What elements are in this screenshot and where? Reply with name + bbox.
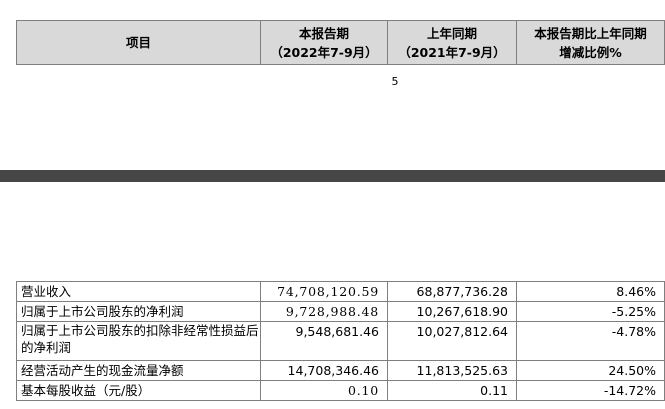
row-label: 基本每股收益（元/股） [16,380,261,401]
current-value: 9,548,681.46 [260,321,388,361]
header-item: 项目 [16,20,261,65]
header-row: 项目 本报告期 （2022年7-9月） 上年同期 （2021年7-9月） 本报告… [16,20,665,65]
change-value: -4.78% [516,321,665,361]
change-value: -5.25% [516,301,665,322]
prior-value: 10,267,618.90 [387,301,517,322]
change-value: -14.72% [516,380,665,401]
table-row: 基本每股收益（元/股） 0.10 0.11 -14.72% [16,380,665,401]
table-row: 归属于上市公司股东的净利润 9,728,988.48 10,267,618.90… [16,301,665,322]
change-value: 24.50% [516,360,665,381]
report-header-table: 项目 本报告期 （2022年7-9月） 上年同期 （2021年7-9月） 本报告… [16,20,665,65]
header-current-period: 本报告期 （2022年7-9月） [260,20,388,65]
table-row: 营业收入 74,708,120.59 68,877,736.28 8.46% [16,281,665,302]
header-change-ratio: 本报告期比上年同期 增减比例% [516,20,665,65]
financial-data-table: 营业收入 74,708,120.59 68,877,736.28 8.46% 归… [16,281,665,401]
row-label: 归属于上市公司股东的扣除非经常性损益后的净利润 [16,321,261,361]
prior-value: 10,027,812.64 [387,321,517,361]
page-break-bar [0,170,665,182]
prior-value: 0.11 [387,380,517,401]
row-label: 经营活动产生的现金流量净额 [16,360,261,381]
change-value: 8.46% [516,281,665,302]
table-row: 归属于上市公司股东的扣除非经常性损益后的净利润 9,548,681.46 10,… [16,321,665,361]
row-label: 归属于上市公司股东的净利润 [16,301,261,322]
current-value: 74,708,120.59 [260,281,388,302]
row-label: 营业收入 [16,281,261,302]
table-row: 经营活动产生的现金流量净额 14,708,346.46 11,813,525.6… [16,360,665,381]
page-number: 5 [391,75,399,88]
prior-value: 68,877,736.28 [387,281,517,302]
current-value: 0.10 [260,380,388,401]
header-prior-period: 上年同期 （2021年7-9月） [387,20,517,65]
current-value: 9,728,988.48 [260,301,388,322]
prior-value: 11,813,525.63 [387,360,517,381]
current-value: 14,708,346.46 [260,360,388,381]
